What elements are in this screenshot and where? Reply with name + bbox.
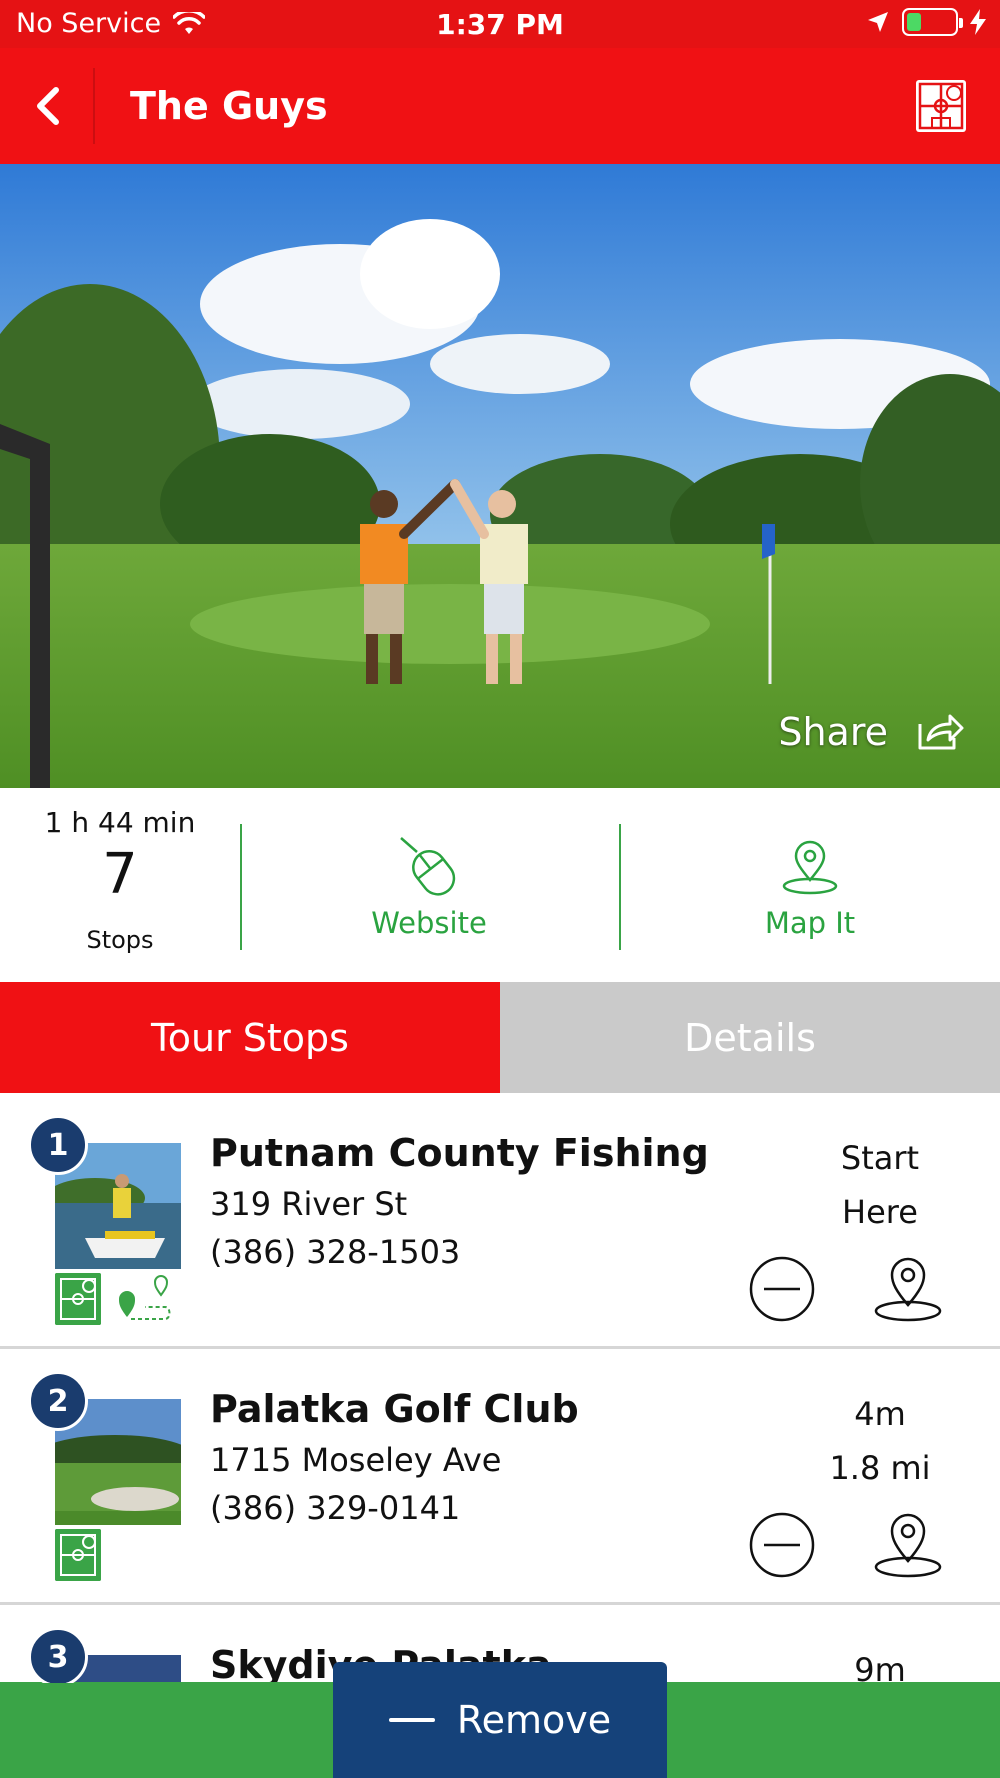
mouse-icon bbox=[400, 837, 456, 896]
stop-address: 1715 Moseley Ave bbox=[210, 1441, 502, 1479]
remove-label: Remove bbox=[456, 1698, 612, 1742]
stop-travel-info: Start Here bbox=[815, 1131, 945, 1239]
stop-travel-info: 9m bbox=[815, 1643, 945, 1683]
battery-icon bbox=[902, 8, 963, 36]
status-time: 1:37 PM bbox=[436, 8, 564, 41]
status-bar: No Service 1:37 PM bbox=[0, 0, 1000, 48]
stop-phone[interactable]: (386) 328-1503 bbox=[210, 1233, 460, 1271]
stats-divider bbox=[240, 824, 242, 950]
remove-stop-icon[interactable] bbox=[748, 1511, 816, 1579]
stop-travel-line2: Here bbox=[842, 1193, 918, 1231]
header-divider bbox=[93, 68, 95, 144]
stats-divider bbox=[619, 824, 621, 950]
stops-count: 7 bbox=[102, 842, 138, 907]
tab-bar: Tour Stops Details bbox=[0, 982, 1000, 1093]
list-item[interactable]: 2 Palatka Golf Club 1715 Moseley Ave (38… bbox=[0, 1349, 1000, 1605]
stop-name: Palatka Golf Club bbox=[210, 1387, 579, 1431]
remove-stop-icon[interactable] bbox=[748, 1255, 816, 1323]
map-it-label: Map It bbox=[764, 906, 856, 940]
tour-stats: 1 h 44 min 7 Stops Website Map It bbox=[0, 788, 1000, 982]
hero-image: Share bbox=[0, 164, 1000, 788]
share-icon bbox=[918, 714, 964, 750]
location-arrow-icon bbox=[868, 12, 888, 32]
tab-tour-stops[interactable]: Tour Stops bbox=[0, 982, 500, 1093]
chevron-left-icon bbox=[37, 87, 59, 125]
stop-phone[interactable]: (386) 329-0141 bbox=[210, 1489, 460, 1527]
page-title: The Guys bbox=[130, 84, 328, 128]
website-label: Website bbox=[371, 906, 487, 940]
stop-travel-line1: Start bbox=[840, 1139, 920, 1177]
map-pin-icon[interactable] bbox=[872, 1249, 944, 1325]
stop-name: Putnam County Fishing bbox=[210, 1131, 709, 1175]
stop-travel-info: 4m 1.8 mi bbox=[815, 1387, 945, 1495]
status-right bbox=[866, 8, 986, 36]
tab-details[interactable]: Details bbox=[500, 982, 1000, 1093]
stop-category-icons bbox=[55, 1529, 101, 1581]
tour-duration: 1 h 44 min bbox=[44, 806, 196, 839]
remove-button[interactable]: Remove bbox=[333, 1662, 667, 1778]
stop-travel-time: 9m bbox=[854, 1651, 906, 1683]
stops-label: Stops bbox=[86, 926, 154, 954]
stop-category-icons bbox=[55, 1273, 173, 1325]
back-button[interactable] bbox=[20, 78, 76, 134]
stop-number-badge: 2 bbox=[28, 1371, 88, 1431]
category-icon bbox=[55, 1273, 101, 1325]
stop-travel-distance: 1.8 mi bbox=[829, 1449, 931, 1487]
stop-number-badge: 3 bbox=[28, 1627, 88, 1683]
list-item[interactable]: 1 Putnam County Fishing 319 River St (38… bbox=[0, 1093, 1000, 1349]
share-label: Share bbox=[778, 710, 888, 754]
stop-number-badge: 1 bbox=[28, 1115, 88, 1175]
route-icon bbox=[119, 1275, 171, 1320]
stop-address: 319 River St bbox=[210, 1185, 408, 1223]
website-button[interactable]: Website bbox=[279, 836, 579, 940]
category-icon bbox=[55, 1529, 101, 1581]
app-logo-icon[interactable] bbox=[916, 80, 966, 132]
minus-icon bbox=[388, 1718, 435, 1722]
stop-travel-time: 4m bbox=[854, 1395, 906, 1433]
charging-bolt-icon bbox=[970, 9, 986, 35]
header: The Guys bbox=[0, 48, 1000, 164]
map-pin-icon[interactable] bbox=[872, 1505, 944, 1581]
share-button[interactable]: Share bbox=[778, 710, 966, 754]
tour-stops-list: 1 Putnam County Fishing 319 River St (38… bbox=[0, 1093, 1000, 1683]
map-pin-icon bbox=[782, 840, 838, 895]
battery-level bbox=[907, 13, 921, 31]
map-it-button[interactable]: Map It bbox=[660, 836, 960, 940]
